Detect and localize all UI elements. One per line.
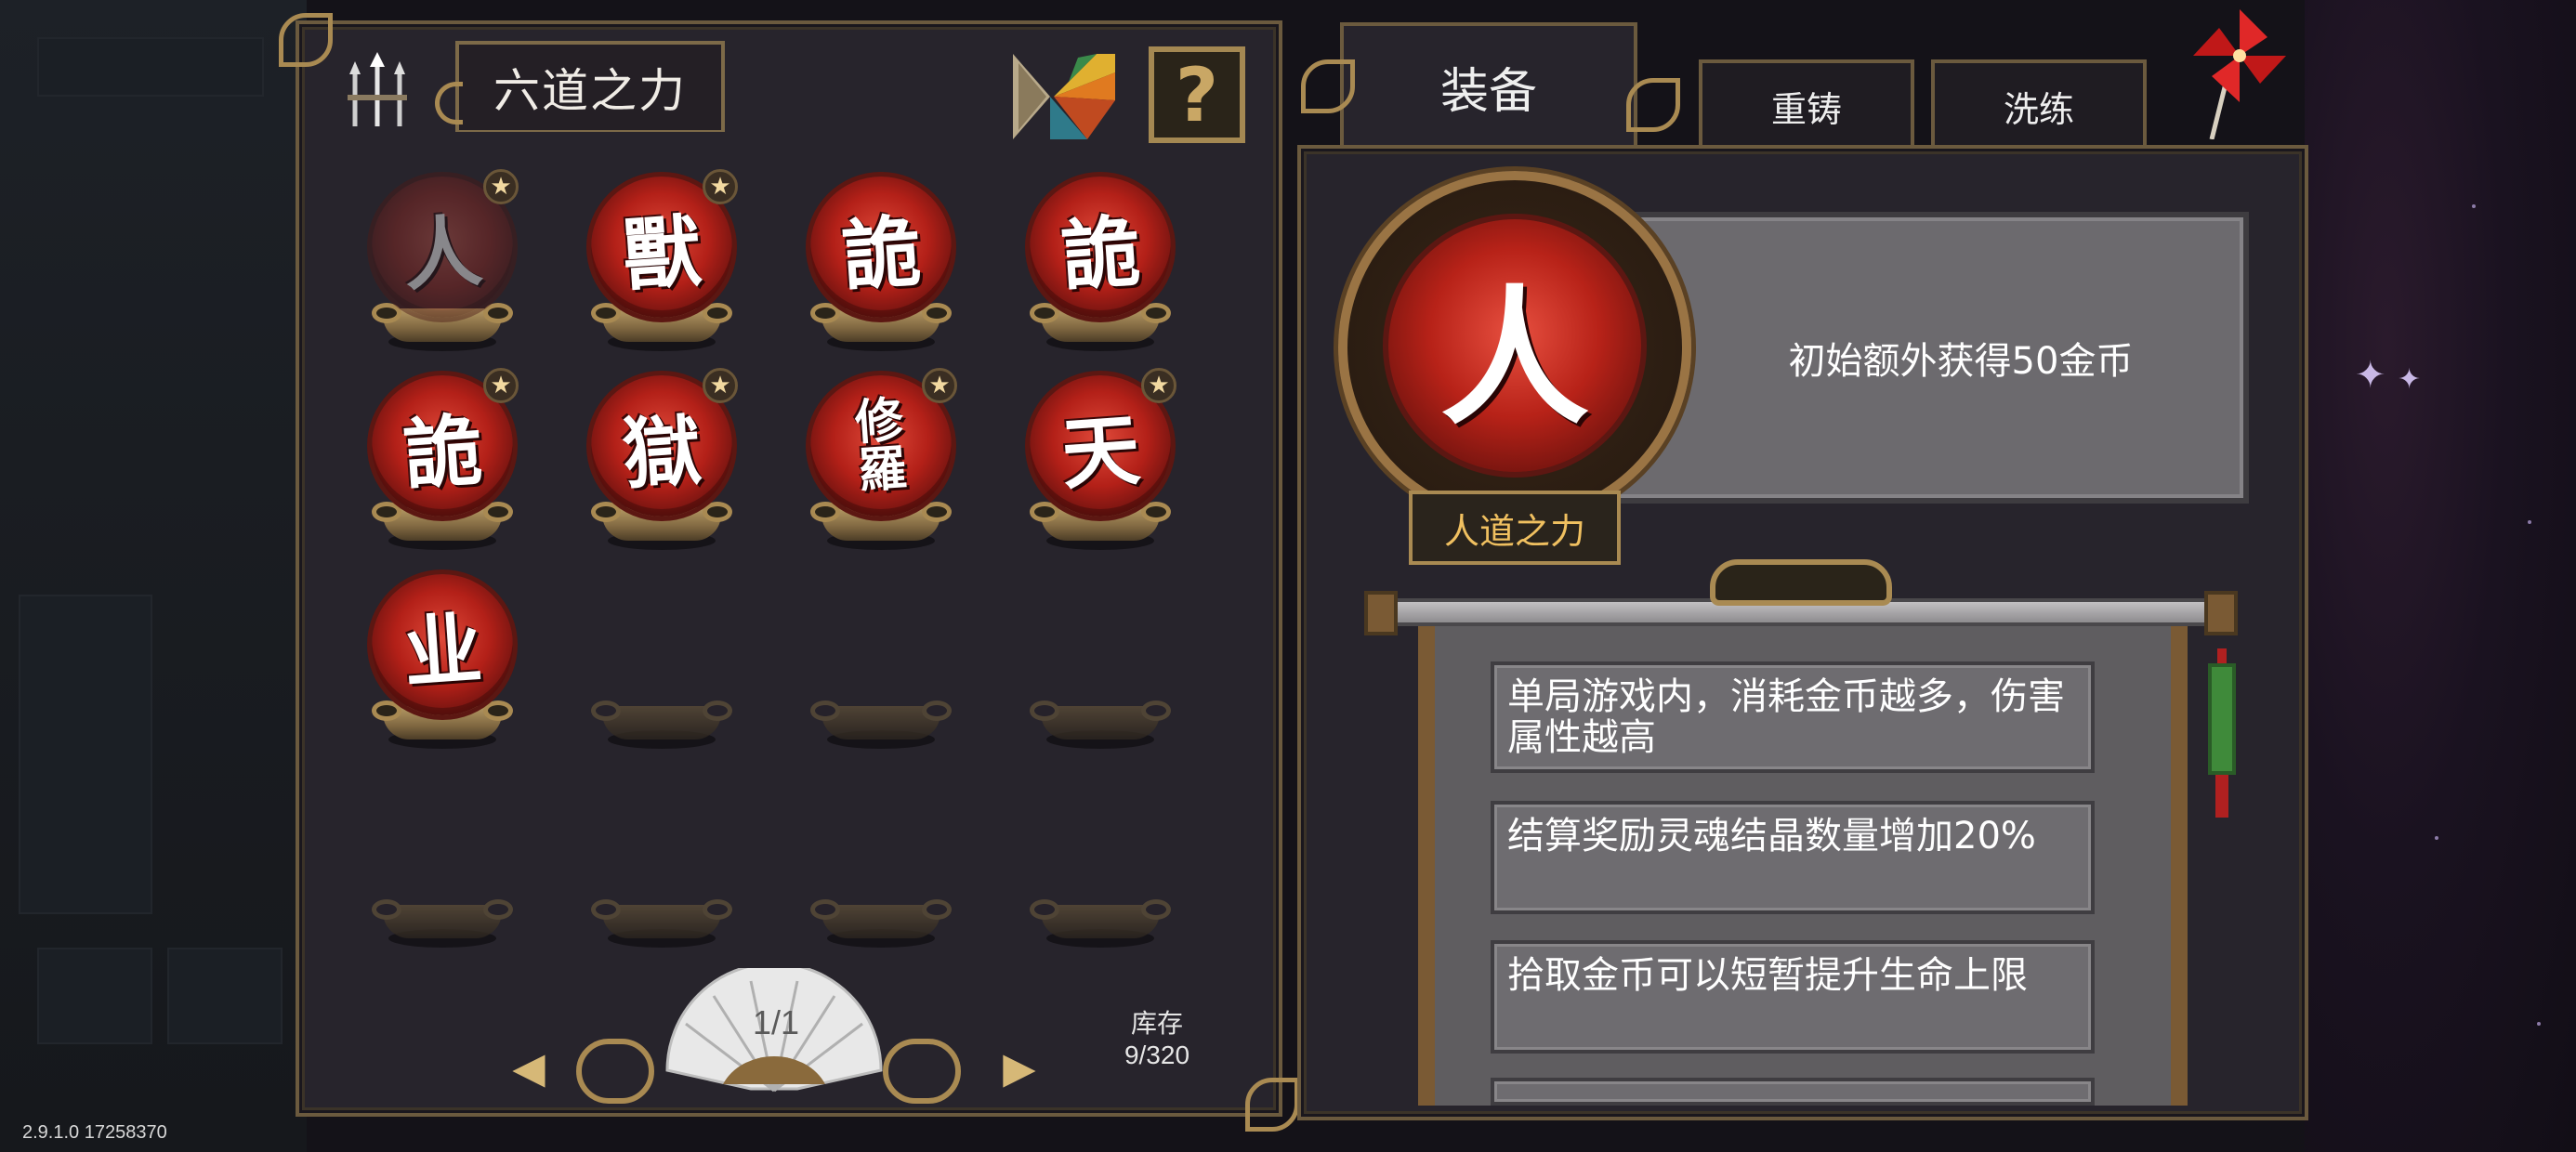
prev-page-button[interactable]: ◀ — [507, 1046, 550, 1089]
star-dot — [2537, 1022, 2541, 1026]
empty-orb-slot[interactable] — [1026, 773, 1175, 949]
panel-title: 六道之力 — [493, 64, 687, 118]
star-badge-icon: ★ — [703, 368, 738, 403]
selected-orb-glyph: 人 — [1439, 270, 1589, 445]
power-name: 人道之力 — [1443, 510, 1585, 552]
orb-glyph: 天 — [1058, 402, 1143, 501]
selected-orb: 人 — [1388, 219, 1641, 472]
sparkle-icon: ✦ — [2355, 354, 2386, 397]
orb-stand — [810, 899, 952, 938]
pager-ornament-right — [883, 1039, 961, 1104]
power-orb-slot[interactable]: 獸 ★ — [587, 169, 738, 353]
empty-orb-slot[interactable] — [587, 574, 736, 751]
tab-ornament — [1626, 78, 1680, 132]
orb-stand — [591, 700, 732, 740]
power-orb: 詭 — [1030, 177, 1171, 318]
orb-glyph: 詭 — [401, 402, 485, 501]
next-page-button[interactable]: ▶ — [998, 1046, 1041, 1089]
tab-equip-label: 装备 — [1439, 63, 1537, 120]
effect-item: 单局游戏内，消耗金币越多，伤害属性越高 — [1491, 661, 2095, 773]
background-tile — [37, 948, 152, 1044]
orb-glyph: 獄 — [620, 402, 704, 501]
tab-refine-label: 洗练 — [2003, 88, 2074, 130]
star-badge-icon: ★ — [483, 368, 519, 403]
power-orb: 詭 — [810, 177, 952, 318]
star-badge-icon: ★ — [922, 368, 957, 403]
empty-orb-slot[interactable] — [1026, 574, 1175, 751]
power-orb-slot[interactable]: 詭 — [1026, 177, 1175, 353]
empty-orb-slot[interactable] — [807, 773, 955, 949]
star-badge-icon: ★ — [483, 169, 519, 204]
power-orb-slot[interactable]: 人 ★ — [368, 169, 519, 353]
power-orb-slot[interactable]: 修羅 ★ — [807, 368, 957, 552]
star-dot — [2528, 520, 2531, 524]
background-tile — [37, 37, 264, 97]
corner-ornament — [1245, 1078, 1299, 1132]
corner-ornament — [279, 13, 333, 67]
orb-glyph: 业 — [401, 601, 485, 700]
help-button[interactable]: ? — [1149, 46, 1245, 143]
empty-orb-slot[interactable] — [368, 773, 517, 949]
game-background-left — [0, 0, 307, 1152]
star-dot — [2472, 204, 2476, 208]
orb-glyph: 獸 — [620, 203, 704, 302]
effect-item: 拾取金币可以短暂提升生命上限 — [1491, 940, 2095, 1054]
tab-refine[interactable]: 洗练 — [1931, 59, 2147, 149]
orb-stand — [372, 899, 513, 938]
jade-tassel-icon — [2208, 663, 2236, 775]
scroll-rod-cap — [1364, 591, 1398, 635]
tab-recast-label: 重铸 — [1770, 88, 1842, 130]
version-label: 2.9.1.0 17258370 — [22, 1122, 167, 1143]
orb-glyph: 修羅 — [853, 391, 909, 500]
effect-item: 结算奖励灵魂结晶数量增加20% — [1491, 801, 2095, 914]
star-badge-icon: ★ — [1141, 368, 1176, 403]
star-badge-icon: ★ — [703, 169, 738, 204]
orb-stand — [810, 700, 952, 740]
orb-stand — [1030, 899, 1171, 938]
power-orb: 业 — [372, 574, 513, 715]
effect-item-partial — [1491, 1078, 2095, 1106]
empty-orb-slot[interactable] — [587, 773, 736, 949]
trident-weapons-icon — [348, 52, 407, 126]
sparkle-icon: ✦ — [2398, 363, 2422, 396]
power-name-plate: 人道之力 — [1409, 491, 1621, 565]
tangram-icon[interactable] — [1013, 54, 1115, 139]
scroll-rod-cap — [2204, 591, 2238, 635]
stock-value: 9/320 — [1124, 1041, 1190, 1069]
power-orb-slot[interactable]: 獄 ★ — [587, 368, 738, 552]
orb-stand — [1030, 700, 1171, 740]
tab-equip[interactable]: 装备 — [1340, 22, 1637, 147]
page-indicator: 1/1 — [752, 1003, 800, 1041]
scroll-top-ornament — [1710, 559, 1892, 606]
orb-stand — [591, 899, 732, 938]
orb-glyph: 人 — [401, 203, 485, 302]
orb-glyph: 詭 — [839, 203, 924, 302]
background-tile — [167, 948, 283, 1044]
power-orb-slot[interactable]: 詭 — [807, 177, 955, 353]
star-dot — [2435, 836, 2438, 840]
power-orb-slot[interactable]: 业 — [368, 574, 517, 751]
empty-orb-slot[interactable] — [807, 574, 955, 751]
tab-recast[interactable]: 重铸 — [1699, 59, 1914, 149]
orb-glyph: 詭 — [1058, 203, 1143, 302]
tab-ornament — [1301, 59, 1355, 113]
panel-title-tab: 六道之力 — [435, 41, 725, 132]
pinwheel-icon — [2193, 9, 2286, 139]
pager-ornament-left — [576, 1039, 654, 1104]
power-orb-slot[interactable]: 天 ★ — [1026, 368, 1176, 552]
tassel-fringe — [2215, 775, 2228, 818]
power-orb-slot[interactable]: 詭 ★ — [368, 368, 519, 552]
help-icon: ? — [1175, 51, 1219, 138]
game-background-right: ✦ ✦ — [2305, 0, 2576, 1152]
background-tile — [19, 595, 152, 914]
stock-label: 库存 — [1130, 1008, 1183, 1039]
power-description: 初始额外获得50金币 — [1788, 340, 2134, 383]
